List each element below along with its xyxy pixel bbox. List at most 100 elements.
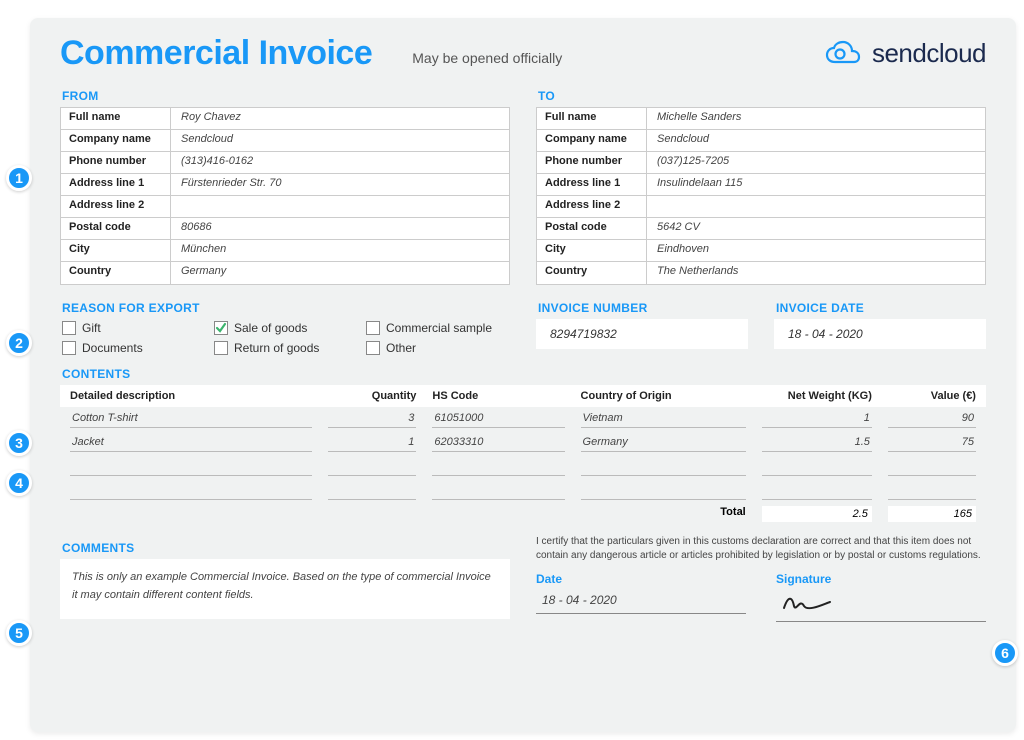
signature <box>776 590 986 622</box>
cell-desc <box>70 458 312 476</box>
cell-weight: 1.5 <box>762 434 872 452</box>
cell-value: 75 <box>888 434 976 452</box>
col-weight: Net Weight (KG) <box>762 390 872 402</box>
checkbox-icon <box>62 341 76 355</box>
comments-text: This is only an example Commercial Invoi… <box>60 559 510 619</box>
checkbox-label: Other <box>386 341 416 355</box>
cell-weight <box>762 458 872 476</box>
signature-icon <box>782 592 832 612</box>
checkbox-gift[interactable]: Gift <box>62 321 204 335</box>
to-section: TO Full nameMichelle Sanders Company nam… <box>536 83 986 285</box>
cell-weight <box>762 482 872 500</box>
from-section: FROM Full nameRoy Chavez Company nameSen… <box>60 83 510 285</box>
to-full-name: Michelle Sanders <box>647 108 985 129</box>
col-qty: Quantity <box>328 390 416 402</box>
page-title: Commercial Invoice <box>60 34 372 73</box>
checkbox-return-of-goods[interactable]: Return of goods <box>214 341 356 355</box>
checkbox-icon <box>214 341 228 355</box>
invoice-date-block: INVOICE DATE 18 - 04 - 2020 <box>774 295 986 357</box>
total-value: 165 <box>888 506 976 522</box>
to-city: Eindhoven <box>647 240 985 261</box>
checkbox-icon <box>366 341 380 355</box>
to-addr1: Insulindelaan 115 <box>647 174 985 195</box>
from-country: Germany <box>171 262 509 284</box>
checkbox-label: Commercial sample <box>386 321 492 335</box>
label-addr2: Address line 2 <box>61 196 171 217</box>
checkbox-commercial-sample[interactable]: Commercial sample <box>366 321 508 335</box>
cell-qty <box>328 482 416 500</box>
table-row: Jacket 1 62033310 Germany 1.5 75 <box>60 431 986 455</box>
marker-4: 4 <box>6 470 32 496</box>
checkbox-sale-of-goods[interactable]: Sale of goods <box>214 321 356 335</box>
table-row <box>60 455 986 479</box>
cell-qty: 1 <box>328 434 416 452</box>
label-postal: Postal code <box>61 218 171 239</box>
checkbox-label: Return of goods <box>234 341 319 355</box>
invoice-number: 8294719832 <box>536 319 748 349</box>
total-weight: 2.5 <box>762 506 872 522</box>
cert-date-label: Date <box>536 571 746 588</box>
checkbox-documents[interactable]: Documents <box>62 341 204 355</box>
cell-weight: 1 <box>762 410 872 428</box>
col-value: Value (€) <box>888 390 976 402</box>
from-addr1: Fürstenrieder Str. 70 <box>171 174 509 195</box>
cell-value <box>888 482 976 500</box>
table-row <box>60 479 986 503</box>
checkbox-icon <box>62 321 76 335</box>
logo-text: sendcloud <box>872 38 986 69</box>
cell-origin: Vietnam <box>581 410 746 428</box>
header: Commercial Invoice May be opened officia… <box>60 34 986 73</box>
cell-desc <box>70 482 312 500</box>
to-country: The Netherlands <box>647 262 985 284</box>
to-title: TO <box>538 89 986 103</box>
cell-value <box>888 458 976 476</box>
cell-hs <box>432 482 564 500</box>
checkbox-label: Sale of goods <box>234 321 307 335</box>
cell-hs: 62033310 <box>432 434 564 452</box>
cell-origin: Germany <box>581 434 746 452</box>
to-addr2 <box>647 196 985 217</box>
cert-text: I certify that the particulars given in … <box>536 535 986 563</box>
invoice-number-label: INVOICE NUMBER <box>538 301 748 315</box>
label-addr1: Address line 1 <box>61 174 171 195</box>
from-city: München <box>171 240 509 261</box>
reason-title: REASON FOR EXPORT <box>62 301 510 315</box>
label-company: Company name <box>61 130 171 151</box>
logo: sendcloud <box>824 38 986 69</box>
checkbox-other[interactable]: Other <box>366 341 508 355</box>
cell-hs <box>432 458 564 476</box>
label-city: City <box>61 240 171 261</box>
label-phone: Phone number <box>61 152 171 173</box>
from-title: FROM <box>62 89 510 103</box>
label-full-name: Full name <box>61 108 171 129</box>
cell-desc: Jacket <box>70 434 312 452</box>
cell-hs: 61051000 <box>432 410 564 428</box>
cell-qty: 3 <box>328 410 416 428</box>
invoice-page: Commercial Invoice May be opened officia… <box>30 18 1016 732</box>
cell-value: 90 <box>888 410 976 428</box>
cell-desc: Cotton T-shirt <box>70 410 312 428</box>
from-phone: (313)416-0162 <box>171 152 509 173</box>
label-country: Country <box>61 262 171 284</box>
from-postal: 80686 <box>171 218 509 239</box>
col-hs: HS Code <box>432 390 564 402</box>
from-company: Sendcloud <box>171 130 509 151</box>
comments-title: COMMENTS <box>62 541 510 555</box>
page-subtitle: May be opened officially <box>372 42 824 66</box>
checkbox-label: Documents <box>82 341 143 355</box>
cell-origin <box>581 458 746 476</box>
checkbox-label: Gift <box>82 321 101 335</box>
marker-3: 3 <box>6 430 32 456</box>
table-row: Cotton T-shirt 3 61051000 Vietnam 1 90 <box>60 407 986 431</box>
comments-section: COMMENTS This is only an example Commerc… <box>60 535 510 622</box>
invoice-date-label: INVOICE DATE <box>776 301 986 315</box>
cell-qty <box>328 458 416 476</box>
checkbox-icon <box>366 321 380 335</box>
invoice-number-block: INVOICE NUMBER 8294719832 <box>536 295 748 357</box>
cell-origin <box>581 482 746 500</box>
contents-table: Detailed description Quantity HS Code Co… <box>60 385 986 525</box>
from-full-name: Roy Chavez <box>171 108 509 129</box>
from-addr2 <box>171 196 509 217</box>
to-company: Sendcloud <box>647 130 985 151</box>
col-origin: Country of Origin <box>581 390 746 402</box>
